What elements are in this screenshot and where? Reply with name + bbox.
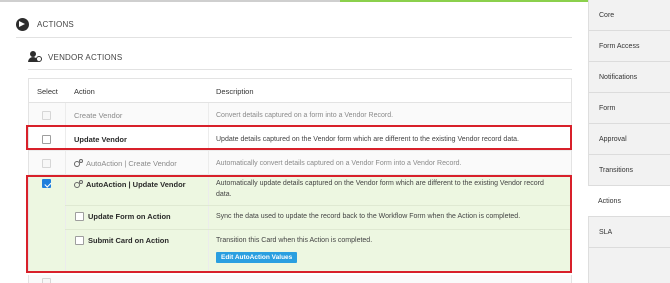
table-header: Select Action Description	[29, 79, 571, 103]
tab-form[interactable]: Form	[589, 93, 670, 124]
gears-icon	[74, 159, 83, 167]
table-row: AutoAction | Create Vendor Automatically…	[29, 151, 571, 175]
circle-arrow-icon	[16, 17, 29, 31]
settings-sidebar: Core Form Access Notifications Form Appr…	[588, 0, 670, 283]
highlight-box	[26, 125, 572, 150]
main-panel: ACTIONS VENDOR ACTIONS Select Action Des…	[0, 0, 588, 283]
row-checkbox[interactable]	[42, 111, 51, 120]
user-gear-icon	[28, 51, 42, 63]
tab-sla[interactable]: SLA	[589, 217, 670, 248]
tab-core[interactable]: Core	[589, 0, 670, 31]
action-description: Automatically convert details captured o…	[216, 160, 462, 167]
row-checkbox[interactable]	[42, 278, 51, 283]
tab-transitions[interactable]: Transitions	[589, 155, 670, 186]
divider	[16, 37, 572, 38]
tab-approval[interactable]: Approval	[589, 124, 670, 155]
action-description: Convert details captured on a form into …	[216, 112, 394, 119]
vendor-actions-header: VENDOR ACTIONS	[28, 50, 122, 64]
column-header-action: Action	[74, 87, 95, 96]
row-checkbox[interactable]	[42, 159, 51, 168]
table-row: Create Vendor Convert details captured o…	[29, 103, 571, 127]
table-row-partial	[28, 275, 572, 283]
subsection-title: VENDOR ACTIONS	[48, 52, 123, 62]
column-header-description: Description	[216, 87, 254, 96]
tab-notifications[interactable]: Notifications	[589, 62, 670, 93]
highlight-box	[26, 175, 572, 273]
column-header-select: Select	[37, 87, 58, 96]
tab-actions[interactable]: Actions	[588, 186, 670, 217]
autoaction-name: AutoAction | Create Vendor	[74, 159, 177, 168]
tab-form-access[interactable]: Form Access	[589, 31, 670, 62]
actions-section-header: ACTIONS	[16, 16, 74, 32]
section-title: ACTIONS	[37, 19, 74, 29]
action-name: Create Vendor	[74, 111, 123, 120]
divider	[28, 69, 572, 70]
